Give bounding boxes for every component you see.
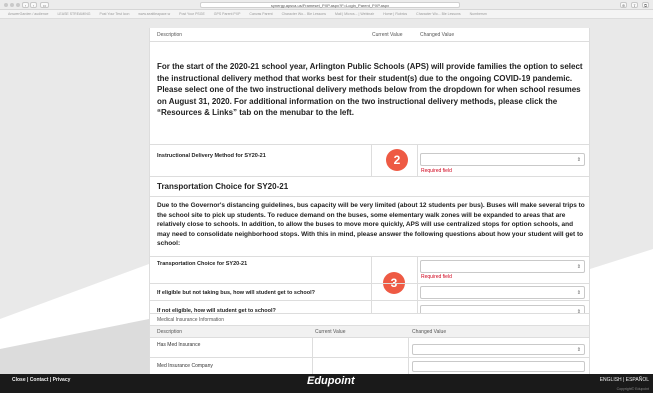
bookmark-item[interactable]: Post Your PSGE [179,10,205,18]
medical-table-header: Description Current Value Changed Value [150,325,589,337]
bookmark-item[interactable]: Numbersm [470,10,487,18]
instructional-row: Instructional Delivery Method for SY20-2… [150,144,589,177]
transportation-title: Transportation Choice for SY20-21 [157,182,289,191]
page-footer: Close | Contact | Privacy Edupoint ENGLI… [0,374,653,393]
bookmark-item[interactable]: Mail | Micros... | Webinair [335,10,374,18]
step-badge-2: 2 [386,149,408,171]
med-current-value-header: Current Value [315,329,346,335]
transportation-choice-label: Transportation Choice for SY20-21 [157,261,248,267]
back-icon[interactable]: ‹ [22,2,29,8]
address-bar[interactable]: synergy.apsva.us/Frameset_PXP.aspx?F=Log… [200,2,460,8]
edupoint-logo: Edupoint [307,375,355,387]
forward-icon[interactable]: › [30,2,37,8]
medical-section-title: Medical Insurance Information [157,317,224,323]
bookmark-item[interactable]: AnswerGarden / audience [8,10,48,18]
footer-links[interactable]: Close | Contact | Privacy [12,377,70,383]
bookmark-item[interactable]: Canvas Parent [249,10,272,18]
copyright-text: Copyright© Edupoint [616,387,649,391]
eligible-not-bus-select[interactable]: ⇕ [420,286,585,299]
changed-value-header: Changed Value [420,32,455,38]
transportation-title-row: Transportation Choice for SY20-21 [150,176,589,196]
select-arrow-icon: ⇕ [576,157,581,163]
instructional-intro-text: For the start of the 2020-21 school year… [157,62,583,117]
med-description-header: Description [157,329,183,335]
minimize-window-icon[interactable] [10,3,14,7]
bookmark-item[interactable]: www.seattleapace.w [138,10,170,18]
required-field-message: Required field [421,274,452,280]
browser-toolbar: ‹ › ▭ synergy.apsva.us/Frameset_PXP.aspx… [0,0,653,10]
med-insurance-company-input[interactable] [412,361,585,372]
required-field-message: Required field [421,168,452,174]
instructional-label: Instructional Delivery Method for SY20-2… [157,153,266,159]
bookmark-item[interactable]: GPS Parent PXP [214,10,241,18]
share-icon[interactable]: ⇧ [631,2,638,8]
transportation-info-text: Due to the Governor's distancing guideli… [157,202,585,247]
has-med-insurance-label: Has Med Insurance [157,342,201,348]
bookmark-item[interactable]: Post Your Test Icon [100,10,130,18]
maximize-window-icon[interactable] [16,3,20,7]
bookmark-item[interactable]: Character Wo... Ble Lessons [416,10,460,18]
med-insurance-row: Has Med Insurance ⇕ [150,337,589,374]
bookmark-item[interactable]: Character Wo... Ble Lessons [282,10,326,18]
med-insurance-company-label: Med Insurance Company [157,363,213,369]
med-changed-value-header: Changed Value [412,329,447,335]
med-company-row: Med Insurance Company [150,357,589,374]
eligible-not-bus-label: If eligible but not taking bus, how will… [157,290,315,296]
student-info-panel: Description Current Value Changed Value … [149,28,590,374]
current-value-header: Current Value [372,32,403,38]
description-header: Description [157,32,183,38]
select-arrow-icon: ⇕ [576,290,581,296]
transportation-info-row: Due to the Governor's distancing guideli… [150,196,589,256]
download-icon[interactable]: ⊕ [620,2,627,8]
medical-section-header: Medical Insurance Information [150,313,589,325]
bookmark-item[interactable]: LEASE STREAMING [57,10,90,18]
bookmark-item[interactable]: Home | Rubrics [383,10,407,18]
has-med-insurance-select[interactable]: ⇕ [412,344,585,355]
close-window-icon[interactable] [4,3,8,7]
eligible-row: If eligible but not taking bus, how will… [150,283,589,300]
tabs-icon[interactable]: ⧉ [642,2,649,8]
window-controls[interactable] [4,3,20,7]
sidebar-toggle-icon[interactable]: ▭ [40,2,49,8]
instructional-method-select[interactable]: ⇕ [420,153,585,166]
select-arrow-icon: ⇕ [576,347,581,353]
language-switcher[interactable]: ENGLISH | ESPAÑOL [600,377,649,383]
transportation-choice-select[interactable]: ⇕ [420,260,585,273]
table-header: Description Current Value Changed Value [150,28,589,42]
select-arrow-icon: ⇕ [576,264,581,270]
bookmarks-bar: AnswerGarden / audience LEASE STREAMING … [0,10,653,19]
